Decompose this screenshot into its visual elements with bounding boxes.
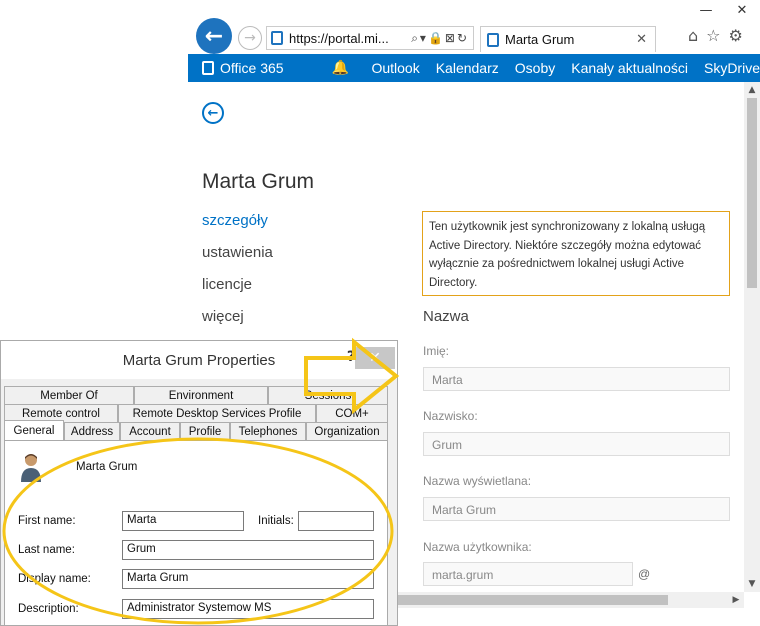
display-name-label: Nazwa wyświetlana: [423, 474, 532, 488]
description-label: Description: [18, 603, 79, 615]
gear-icon[interactable]: ⚙ [729, 26, 743, 45]
arrow-left-icon: ← [204, 23, 224, 49]
url-text[interactable]: https://portal.mi... [289, 31, 411, 46]
address-bar[interactable]: https://portal.mi... ⌕▾🔒⊠↻ [266, 26, 474, 50]
dialog-tabs-row1: Member Of Environment Sessions [4, 386, 388, 404]
office-favicon-icon [487, 32, 499, 47]
help-icon[interactable]: ? [347, 349, 355, 365]
tab-address[interactable]: Address [64, 422, 120, 440]
tab-sessions[interactable]: Sessions [268, 386, 388, 404]
browser-forward-button[interactable]: → [238, 26, 262, 50]
last-name-label-dialog: Last name: [18, 544, 75, 556]
tab-environment[interactable]: Environment [134, 386, 268, 404]
username-input[interactable]: marta.grum [423, 562, 633, 586]
browser-tab[interactable]: Marta Grum ✕ [480, 26, 656, 52]
office-logo-icon [202, 61, 214, 75]
arrow-right-icon: → [244, 30, 256, 46]
initials-field[interactable] [298, 511, 374, 531]
initials-label: Initials: [258, 515, 294, 527]
scroll-down-icon[interactable]: ▼ [744, 576, 760, 592]
first-name-label: Imię: [423, 344, 450, 358]
tab-general[interactable]: General [4, 420, 64, 440]
vertical-scrollbar[interactable]: ▲ ▼ [744, 82, 760, 592]
nav-kalendarz[interactable]: Kalendarz [436, 60, 499, 76]
tab-com-plus[interactable]: COM+ [316, 404, 388, 422]
tab-telephones[interactable]: Telephones [230, 422, 306, 440]
office365-logo-text: Office 365 [220, 60, 284, 76]
user-avatar-icon [21, 454, 41, 482]
tab-member-of[interactable]: Member Of [4, 386, 134, 404]
tab-account[interactable]: Account [120, 422, 180, 440]
scroll-right-icon[interactable]: ▶ [728, 592, 744, 608]
first-name-input[interactable]: Marta [423, 367, 730, 391]
user-details-nav: szczegóły ustawienia licencje więcej [202, 212, 273, 340]
bell-icon[interactable]: 🔔 [332, 60, 372, 76]
nav-skydrive[interactable]: SkyDrive [704, 60, 760, 76]
tab-title: Marta Grum [505, 32, 575, 47]
star-icon[interactable]: ☆ [706, 26, 720, 45]
nav-kanaly[interactable]: Kanały aktualności [571, 60, 688, 76]
first-name-field[interactable]: Marta [122, 511, 244, 531]
home-icon[interactable]: ⌂ [688, 26, 698, 45]
scroll-up-icon[interactable]: ▲ [744, 82, 760, 98]
office365-logo[interactable]: Office 365 [202, 60, 330, 76]
first-name-label-dialog: First name: [18, 515, 76, 527]
description-field[interactable]: Administrator Systemow MS [122, 599, 374, 619]
dialog-tabs-row3: General Address Account Profile Telephon… [4, 420, 388, 440]
nav-ustawienia[interactable]: ustawienia [202, 244, 273, 276]
nav-szczegoly[interactable]: szczegóły [202, 212, 273, 244]
window-controls: — ✕ [688, 0, 760, 20]
office365-nav-links: Outlook Kalendarz Osoby Kanały aktualnoś… [371, 60, 760, 76]
tab-organization[interactable]: Organization [306, 422, 388, 440]
address-tools-icons[interactable]: ⌕▾🔒⊠↻ [411, 31, 473, 46]
dialog-title: Marta Grum Properties [1, 341, 397, 379]
nav-wiecej[interactable]: więcej [202, 308, 273, 340]
arrow-left-icon: ← [207, 105, 219, 121]
display-name-input[interactable]: Marta Grum [423, 497, 730, 521]
office-favicon-icon [271, 31, 283, 45]
section-title: Nazwa [423, 308, 469, 325]
tab-rds-profile[interactable]: Remote Desktop Services Profile [118, 404, 316, 422]
close-window-button[interactable]: ✕ [724, 0, 760, 20]
minimize-button[interactable]: — [688, 0, 724, 20]
sync-notice: Ten użytkownik jest synchronizowany z lo… [422, 211, 730, 296]
tab-profile[interactable]: Profile [180, 422, 230, 440]
nav-osoby[interactable]: Osoby [515, 60, 555, 76]
dialog-close-button[interactable]: ✕ [355, 347, 395, 369]
tab-close-icon[interactable]: ✕ [636, 32, 655, 47]
nav-licencje[interactable]: licencje [202, 276, 273, 308]
browser-toolbar-icons: ⌂ ☆ ⚙ [688, 26, 743, 45]
browser-back-button[interactable]: ← [196, 18, 232, 54]
at-sign: @ [638, 567, 651, 581]
last-name-input[interactable]: Grum [423, 432, 730, 456]
display-name-field[interactable]: Marta Grum [122, 569, 374, 589]
display-name-label-dialog: Display name: [18, 573, 91, 585]
scroll-thumb[interactable] [747, 98, 757, 288]
nav-outlook[interactable]: Outlook [371, 60, 419, 76]
last-name-label: Nazwisko: [423, 409, 478, 423]
page-back-button[interactable]: ← [202, 102, 224, 124]
page-title: Marta Grum [202, 170, 315, 193]
last-name-field[interactable]: Grum [122, 540, 374, 560]
username-label: Nazwa użytkownika: [423, 540, 532, 554]
dialog-user-display: Marta Grum [76, 461, 138, 473]
office365-navbar: Office 365 🔔 Outlook Kalendarz Osoby Kan… [188, 54, 760, 82]
